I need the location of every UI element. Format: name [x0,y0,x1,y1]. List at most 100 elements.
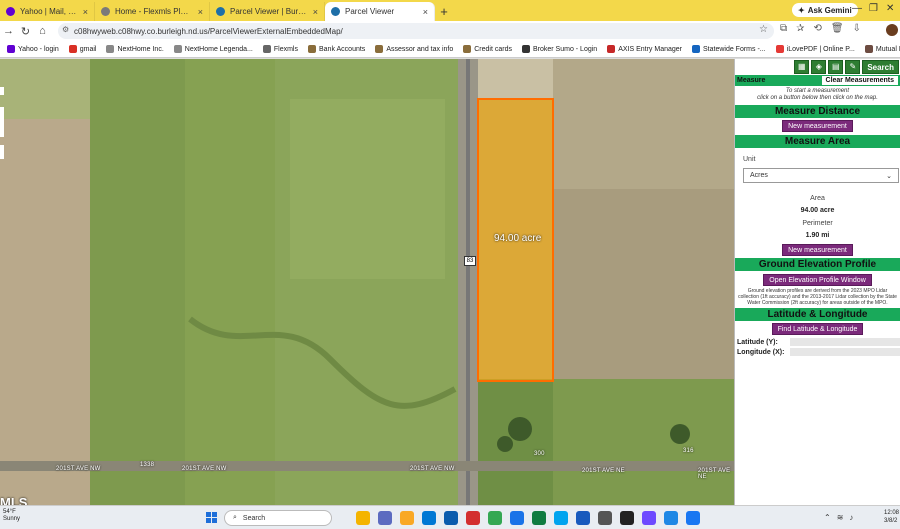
chrome-icon[interactable] [488,511,502,525]
restore-icon[interactable]: ❐ [869,3,878,14]
clock[interactable]: 12:08 3/8/2 [884,509,899,525]
bookmark-star-icon[interactable]: ☆ [759,24,768,35]
app-icon[interactable] [554,511,568,525]
bookmark-item[interactable]: Flexmls [262,45,298,53]
minimize-icon[interactable]: — [852,3,862,14]
app-icon[interactable] [510,511,524,525]
new-tab-icon[interactable]: + [435,2,453,21]
bookmark-item[interactable]: Mutual Funds Purch... [864,45,900,53]
address-bar[interactable]: ⚙ c08hwyweb.c08hwy.co.burleigh.nd.us/Par… [58,23,774,39]
longitude-row: Longitude (X): [735,347,900,357]
home-icon[interactable]: ⌂ [34,25,51,37]
bookmarks-bar: Yahoo - login gmail NextHome Inc. NextHome … [0,41,900,58]
gemini-icon: ✦ [798,5,805,15]
bookmark-label: Assessor and tax info [386,45,454,53]
history-icon[interactable]: ⟲ [814,23,822,34]
ask-gemini-button[interactable]: ✦ Ask Gemini [792,3,858,17]
tab-close-icon[interactable]: × [83,7,88,17]
volume-icon[interactable]: ♪ [849,513,853,522]
word-icon[interactable] [576,511,590,525]
bookmark-item[interactable]: Broker Sumo - Login [521,45,598,53]
reload-icon[interactable]: ↻ [17,25,34,38]
taskbar-search[interactable]: ⌕ Search [224,510,332,526]
bookmark-favicon-icon [864,45,873,53]
bookmark-label: NextHome Legenda... [184,45,253,53]
wifi-icon[interactable]: ≋ [837,513,844,522]
edge-icon[interactable] [422,511,436,525]
taskbar-search-label: Search [242,514,266,522]
map-view[interactable]: 94.00 acre 83 201ST AVE NW 201ST AVE NW … [0,59,734,505]
perimeter-value: 1.90 mi [805,232,830,239]
excel-icon[interactable] [532,511,546,525]
find-latlong-button[interactable]: Find Latitude & Longitude [771,323,864,335]
app-icon[interactable] [466,511,480,525]
search-button[interactable]: Search [862,60,899,74]
tab-favicon-icon [216,7,225,16]
new-distance-measurement-button[interactable]: New measurement [782,120,853,132]
bookmark-item[interactable]: Statewide Forms -... [692,45,766,53]
tab-strip: Yahoo | Mail, Weather, Search, ...×Home … [0,0,900,21]
file-explorer-icon[interactable] [400,511,414,525]
bookmark-favicon-icon [106,45,115,53]
forward-icon[interactable]: → [0,25,17,37]
bookmark-item[interactable]: NextHome Inc. [106,45,164,53]
new-area-measurement-button[interactable]: New measurement [782,244,853,256]
bookmark-label: Broker Sumo - Login [532,45,598,53]
bookmark-favicon-icon [7,45,15,53]
app-icon[interactable] [664,511,678,525]
map-control[interactable] [0,87,4,95]
tab-1[interactable]: Yahoo | Mail, Weather, Search, ... × [0,2,95,21]
measure-tool-icon[interactable]: ▦ [794,60,810,74]
bookmark-item[interactable]: AXIS Entry Manager [607,45,682,53]
bookmark-item[interactable]: Bank Accounts [308,45,365,53]
print-icon[interactable]: ▤ [828,60,844,74]
extensions-icon[interactable]: ⧉ [780,23,787,34]
profile-avatar[interactable] [886,24,898,36]
store-icon[interactable] [444,511,458,525]
elevation-heading: Ground Elevation Profile [735,258,900,271]
tab-title: Home - Flexmls Platform by FB... [115,7,193,16]
highway-shield: 83 [464,256,476,266]
measure-panel: ▦ ◈ ▤ ✎ Search Measure Clear Measurement… [734,59,900,505]
facebook-icon[interactable] [686,511,700,525]
start-button[interactable] [206,512,218,524]
tab-3[interactable]: Parcel Viewer | Burleigh County × [210,2,325,21]
tab-close-icon[interactable]: × [313,7,318,17]
tab-4[interactable]: Parcel Viewer × [325,2,435,21]
bookmark-item[interactable]: Assessor and tax info [375,45,453,53]
weather-widget[interactable]: 54°F Sunny [3,509,20,523]
bookmark-item[interactable]: NextHome Legenda... [173,45,253,53]
bookmark-item[interactable]: Credit cards [463,45,512,53]
chevron-up-icon[interactable]: ⌃ [824,513,831,522]
tab-close-icon[interactable]: × [423,7,428,17]
clear-measurements-button[interactable]: Clear Measurements [821,76,898,85]
teams-icon[interactable] [378,511,392,525]
unit-select[interactable]: Acres ⌄ [743,168,899,183]
draw-icon[interactable]: ✎ [845,60,861,74]
bookmarks-icon[interactable]: ✰ [796,23,804,34]
parcel-area-label: 94.00 acre [494,233,542,244]
tab-2[interactable]: Home - Flexmls Platform by FB... × [95,2,210,21]
bookmark-item[interactable]: gmail [68,45,96,53]
downloads-icon[interactable]: ⇩ [853,23,861,34]
map-control[interactable] [0,145,4,159]
road-label: 201ST AVE NW [182,466,227,472]
trash-icon[interactable]: 🗑 [831,23,844,34]
layers-icon[interactable]: ◈ [811,60,827,74]
system-tray: ⌃ ≋ ♪ [824,513,853,522]
app-icon[interactable] [598,511,612,525]
map-control[interactable] [0,107,4,137]
amazon-icon[interactable] [620,511,634,525]
tab-title: Yahoo | Mail, Weather, Search, ... [20,7,78,16]
site-info-icon[interactable]: ⚙ [62,25,69,34]
tab-close-icon[interactable]: × [198,7,203,17]
chevron-down-icon: ⌄ [886,172,892,180]
close-window-icon[interactable]: ✕ [886,3,894,14]
bookmark-item[interactable]: iLovePDF | Online P... [775,45,855,53]
app-icon[interactable] [642,511,656,525]
open-elevation-button[interactable]: Open Elevation Profile Window [763,274,872,286]
copilot-icon[interactable] [356,511,370,525]
bookmark-item[interactable]: Yahoo - login [7,45,59,53]
latitude-row: Latitude (Y): [735,337,900,347]
tab-favicon-icon [6,7,15,16]
